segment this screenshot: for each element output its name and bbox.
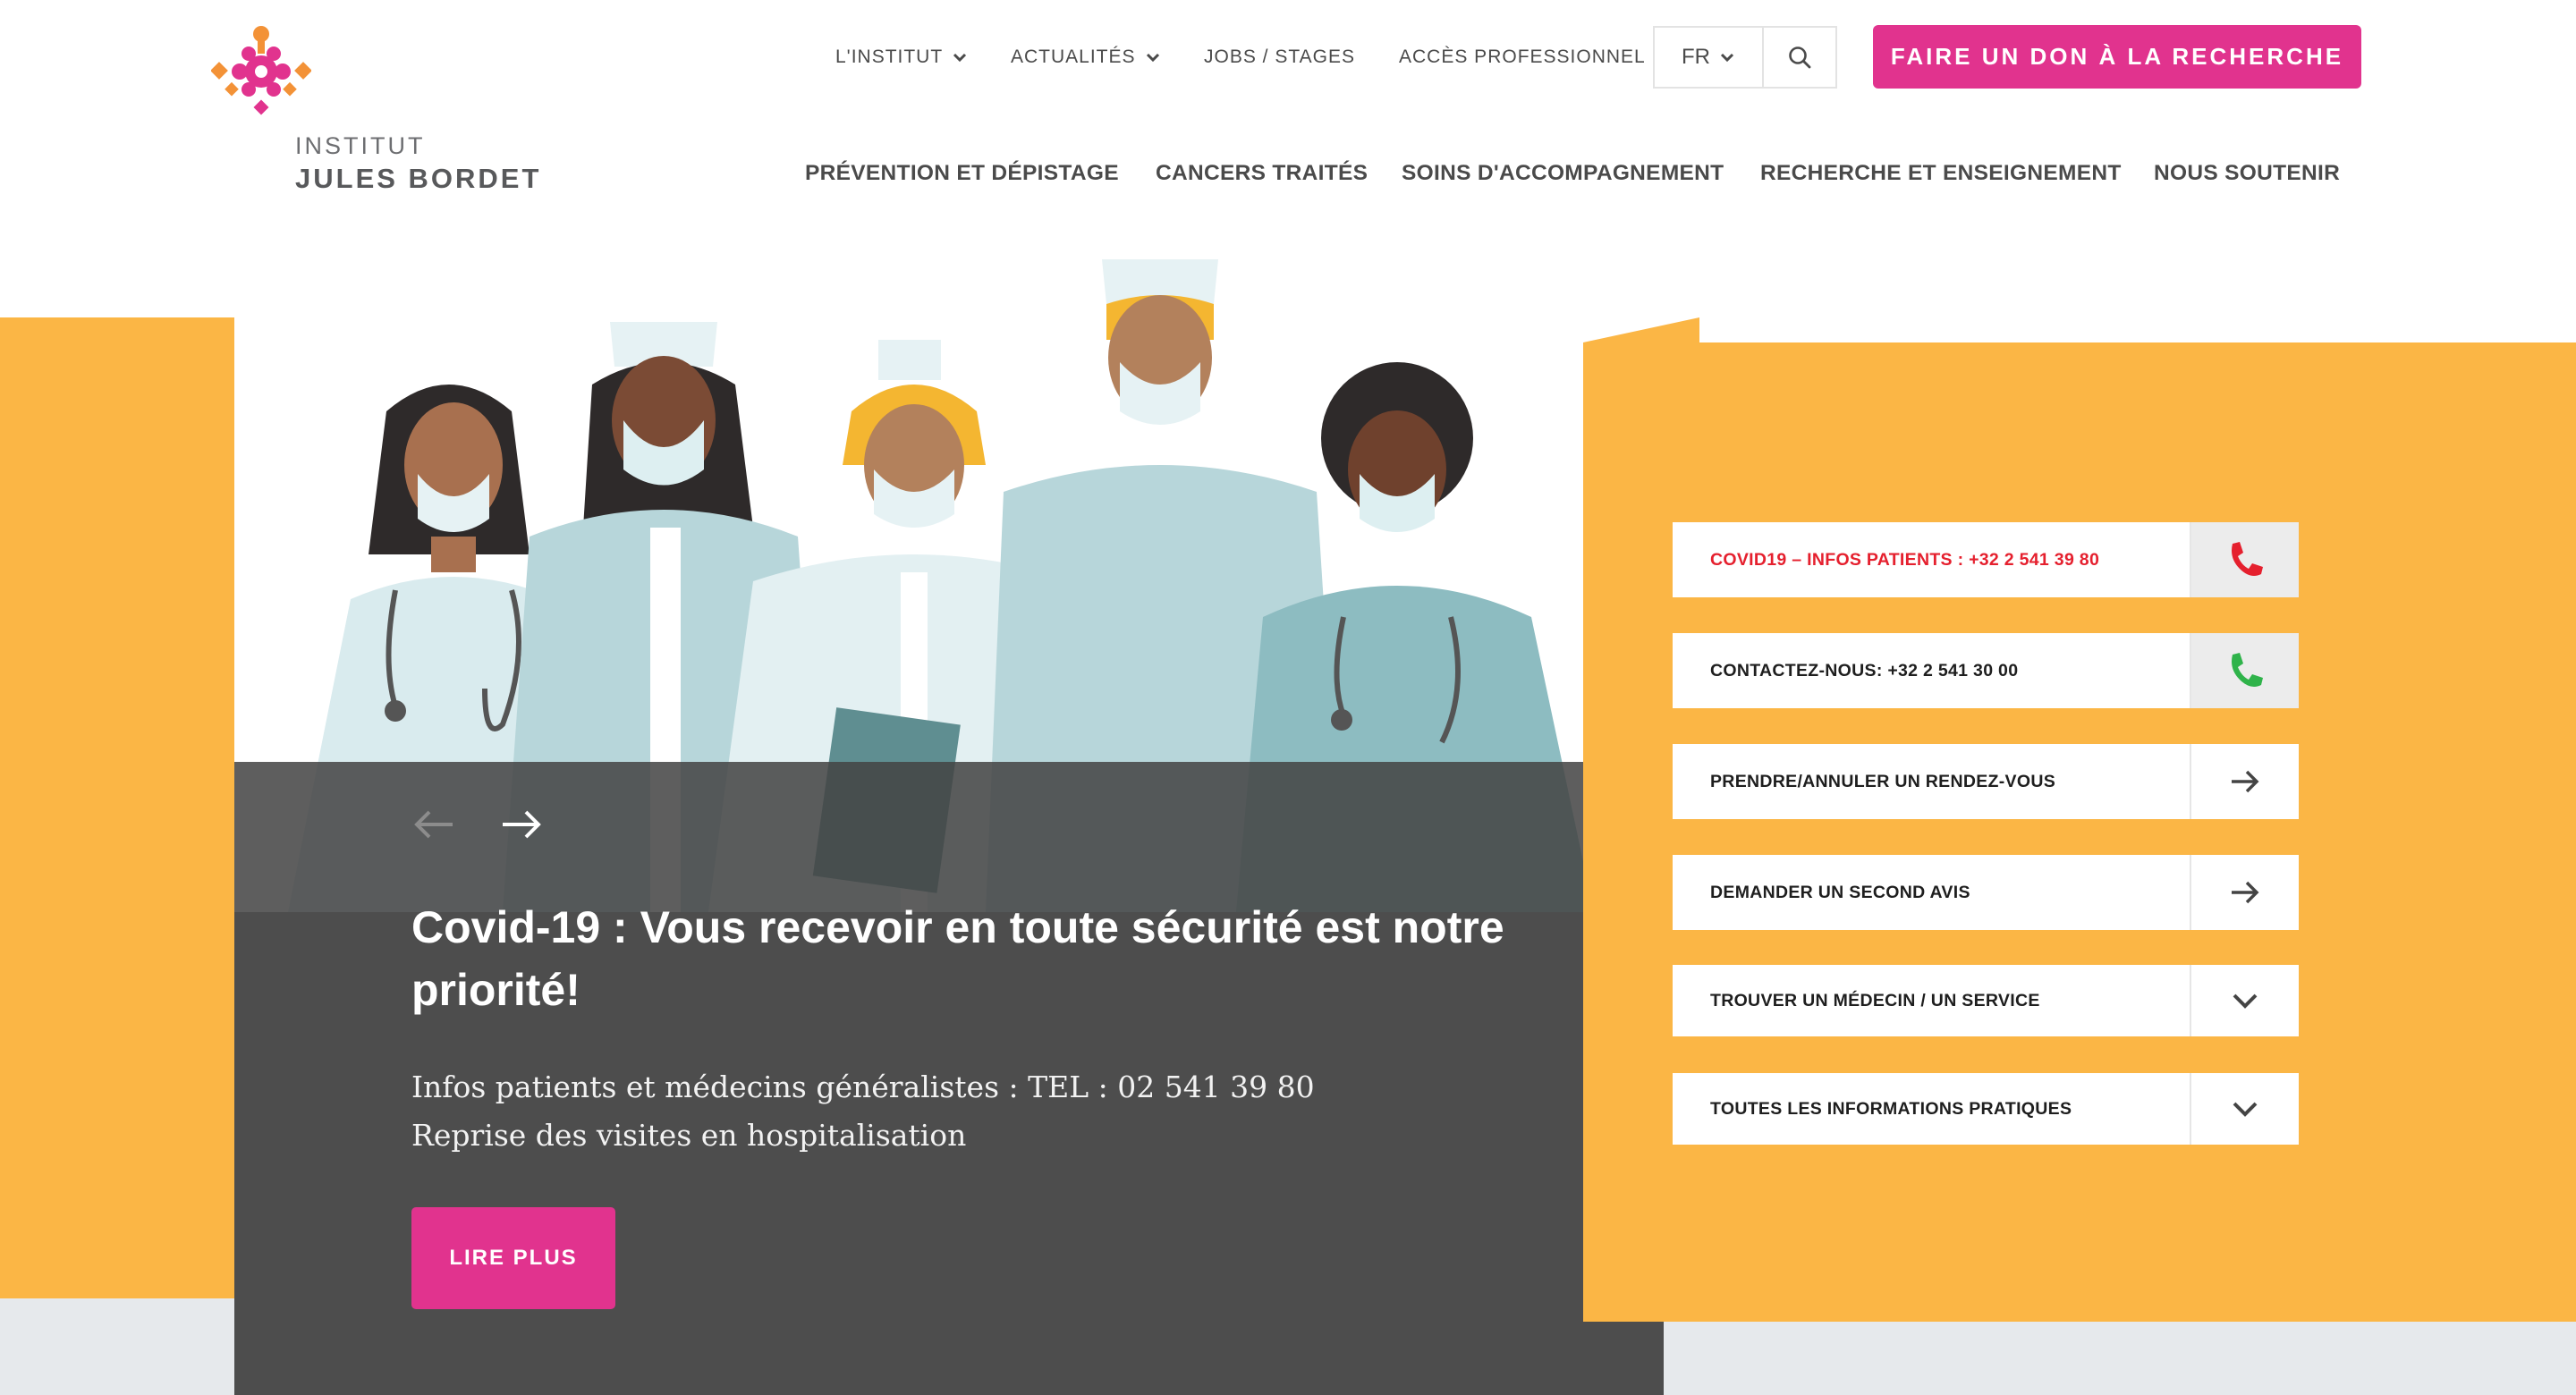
quick-link-covid-info[interactable]: COVID19 – INFOS PATIENTS : +32 2 541 39 … <box>1673 522 2299 597</box>
search-icon <box>1789 46 1811 69</box>
topnav-item-label: ACCÈS PROFESSIONNEL <box>1399 46 1646 67</box>
orange-background-band <box>0 317 234 1298</box>
quick-link-icon-cell <box>2190 744 2299 819</box>
quick-link-label: TOUTES LES INFORMATIONS PRATIQUES <box>1710 1098 2072 1119</box>
mainnav-item-soins[interactable]: SOINS D'ACCOMPAGNEMENT <box>1402 156 1724 191</box>
mainnav-item-cancers[interactable]: CANCERS TRAITÉS <box>1156 156 1368 191</box>
topnav-item-jobs[interactable]: JOBS / STAGES <box>1204 39 1355 75</box>
phone-icon <box>2232 542 2263 576</box>
quick-link-contact[interactable]: CONTACTEZ-NOUS: +32 2 541 30 00 <box>1673 633 2299 708</box>
chevron-down-icon <box>2233 1102 2258 1117</box>
arrow-left-icon[interactable] <box>413 809 454 840</box>
logo[interactable]: INSTITUT JULES BORDET <box>211 25 551 194</box>
quick-link-find-doctor[interactable]: TROUVER UN MÉDECIN / UN SERVICE <box>1673 965 2299 1036</box>
arrow-right-icon <box>2232 881 2259 904</box>
topnav-item-label: ACTUALITÉS <box>1011 46 1136 67</box>
chevron-down-icon <box>2233 993 2258 1009</box>
grey-background-band-right <box>1664 1322 2576 1395</box>
quick-link-appointment[interactable]: PRENDRE/ANNULER UN RENDEZ-VOUS <box>1673 744 2299 819</box>
topnav-item-actualites[interactable]: ACTUALITÉS <box>1011 39 1161 75</box>
hero-carousel: Covid-19 : Vous recevoir en toute sécuri… <box>234 259 1664 1395</box>
topnav-item-label: L'INSTITUT <box>835 46 944 67</box>
chevron-down-icon <box>1146 53 1159 63</box>
read-more-button[interactable]: LIRE PLUS <box>411 1207 615 1309</box>
quick-links-panel <box>1583 342 2576 1322</box>
quick-link-icon-cell <box>2190 1073 2299 1145</box>
quick-link-label: TROUVER UN MÉDECIN / UN SERVICE <box>1710 990 2040 1010</box>
quick-link-icon-cell <box>2190 965 2299 1036</box>
quick-link-label: COVID19 – INFOS PATIENTS : +32 2 541 39 … <box>1710 549 2100 570</box>
logo-text-name: JULES BORDET <box>295 163 542 194</box>
quick-link-icon-cell <box>2190 633 2299 708</box>
language-select[interactable]: FR <box>1655 28 1764 87</box>
topnav-item-label: JOBS / STAGES <box>1204 46 1355 67</box>
language-value: FR <box>1682 45 1710 69</box>
mainnav-item-recherche[interactable]: RECHERCHE ET ENSEIGNEMENT <box>1760 156 2122 191</box>
mainnav-item-soutenir[interactable]: NOUS SOUTENIR <box>2154 156 2340 191</box>
search-button[interactable] <box>1764 28 1835 87</box>
hero-text-line2: Reprise des visites en hospitalisation <box>411 1118 967 1153</box>
logo-mark-icon <box>211 26 311 115</box>
language-search-box: FR <box>1653 26 1837 89</box>
grey-background-band-left <box>0 1298 234 1395</box>
hero-text-line1: Infos patients et médecins généralistes … <box>411 1070 1315 1104</box>
logo-text-institut: INSTITUT <box>295 132 426 159</box>
quick-link-label: DEMANDER UN SECOND AVIS <box>1710 882 1970 902</box>
phone-icon <box>2232 653 2263 687</box>
topnav-item-institut[interactable]: L'INSTITUT <box>835 39 968 75</box>
quick-link-icon-cell <box>2190 522 2299 597</box>
donate-button[interactable]: FAIRE UN DON À LA RECHERCHE <box>1873 25 2361 89</box>
quick-link-practical-info[interactable]: TOUTES LES INFORMATIONS PRATIQUES <box>1673 1073 2299 1145</box>
quick-link-second-opinion[interactable]: DEMANDER UN SECOND AVIS <box>1673 855 2299 930</box>
quick-link-label: CONTACTEZ-NOUS: +32 2 541 30 00 <box>1710 660 2019 681</box>
arrow-right-icon <box>2232 770 2259 793</box>
arrow-right-icon[interactable] <box>501 809 542 840</box>
quick-link-icon-cell <box>2190 855 2299 930</box>
chevron-down-icon <box>953 53 967 63</box>
mainnav-item-prevention[interactable]: PRÉVENTION ET DÉPISTAGE <box>805 156 1119 191</box>
chevron-down-icon <box>1720 53 1734 63</box>
quick-link-label: PRENDRE/ANNULER UN RENDEZ-VOUS <box>1710 771 2056 791</box>
hero-title: Covid-19 : Vous recevoir en toute sécuri… <box>411 902 1504 1015</box>
topnav-item-acces-professionnel[interactable]: ACCÈS PROFESSIONNEL <box>1399 39 1646 75</box>
